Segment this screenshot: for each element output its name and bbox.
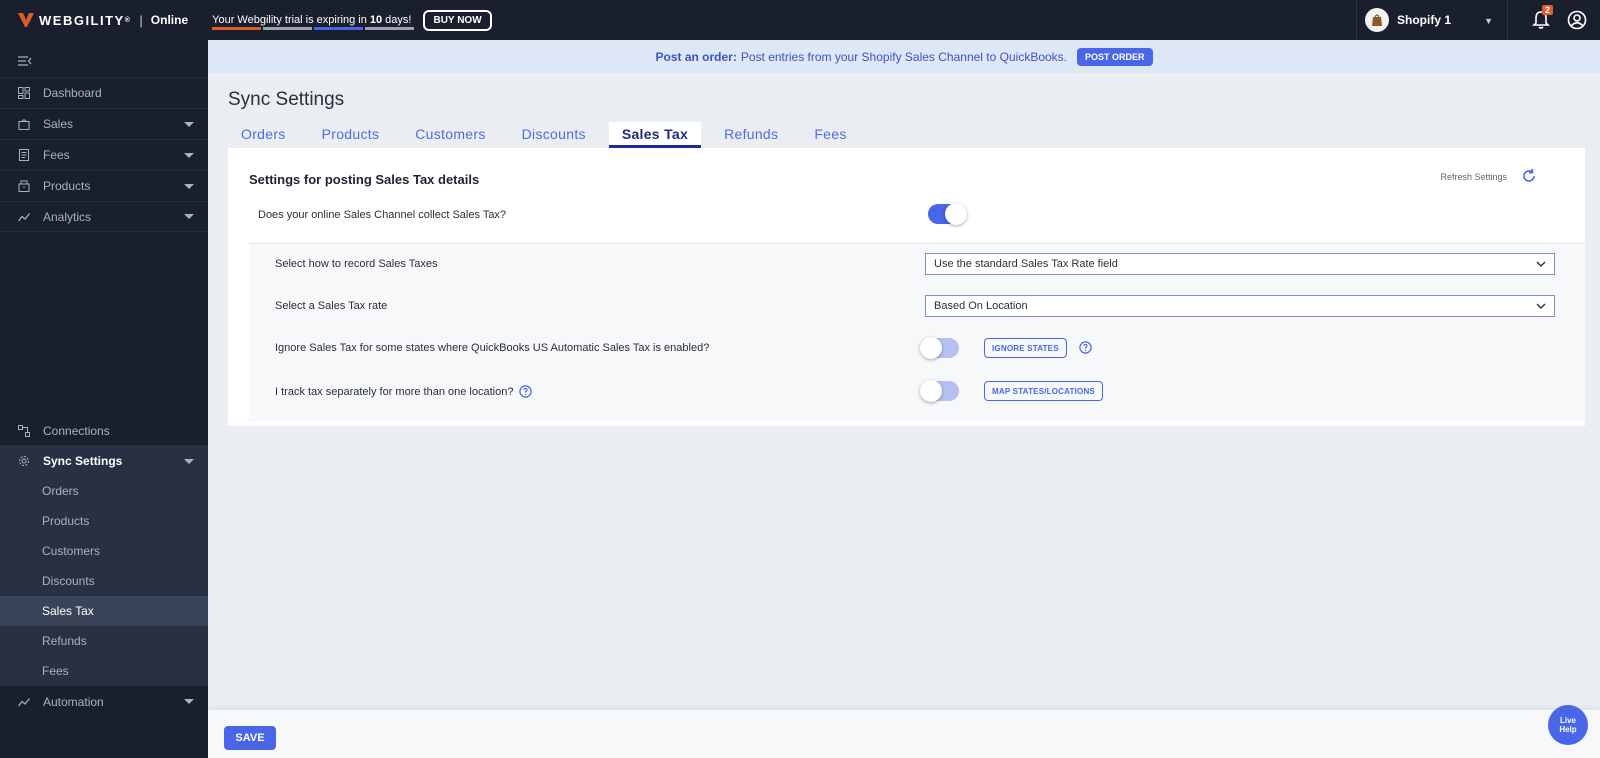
logo-registered: ® (124, 16, 132, 24)
notification-badge: 2 (1542, 5, 1554, 15)
sidebar-item-label: Fees (43, 148, 70, 162)
post-order-banner: Post an order: Post entries from your Sh… (208, 40, 1600, 73)
logo-text: WEBGILITY (39, 12, 125, 28)
tax-rate-select[interactable]: Based On Location (925, 295, 1555, 317)
help-icon[interactable] (519, 385, 532, 398)
sales-tax-settings-panel: Settings for posting Sales Tax details R… (228, 148, 1585, 426)
tab-fees[interactable]: Fees (801, 122, 859, 148)
user-account-icon[interactable] (1567, 10, 1587, 30)
footer-bar: SAVE (208, 710, 1600, 758)
chevron-down-icon (1536, 303, 1546, 309)
chevron-down-icon (184, 121, 194, 127)
sidebar-item-label: Dashboard (43, 86, 102, 100)
logo-separator: | (139, 12, 143, 28)
collapse-menu-icon[interactable] (18, 56, 32, 66)
ignore-states-button[interactable]: IGNORE STATES (984, 338, 1067, 358)
store-selector[interactable]: Shopify 1 ▼ (1356, 0, 1508, 40)
sidebar-subitem-products[interactable]: Products (0, 506, 208, 536)
sidebar-item-products[interactable]: Products (0, 170, 208, 201)
refresh-icon[interactable] (1521, 168, 1537, 184)
sidebar-subitem-sales-tax[interactable]: Sales Tax (0, 596, 208, 626)
trial-text: Your Webgility trial is expiring in 10 d… (212, 14, 412, 26)
sidebar-item-sync-settings[interactable]: Sync Settings (0, 445, 208, 476)
track-locations-label: I track tax separately for more than one… (275, 386, 514, 398)
sidebar-item-label: Connections (43, 423, 110, 438)
refresh-settings-link[interactable]: Refresh Settings (1440, 172, 1507, 182)
receipt-icon (19, 149, 29, 161)
live-help-line-2: Help (1559, 725, 1577, 734)
tax-rate-label: Select a Sales Tax rate (275, 300, 388, 312)
trend-icon (18, 697, 30, 706)
live-help-button[interactable]: Live Help (1548, 705, 1588, 745)
sidebar-item-label: Analytics (43, 209, 92, 224)
collect-tax-toggle[interactable] (928, 203, 967, 225)
tab-customers[interactable]: Customers (402, 122, 498, 148)
map-states-button[interactable]: MAP STATES/LOCATIONS (984, 381, 1103, 401)
chevron-down-icon (184, 183, 194, 189)
edition-label: Online (150, 13, 189, 27)
chevron-down-icon (184, 458, 194, 464)
tab-discounts[interactable]: Discounts (509, 122, 599, 148)
trend-icon (18, 212, 30, 221)
sidebar-item-label: Automation (43, 694, 104, 709)
connections-icon (18, 424, 30, 437)
settings-tabs: Orders Products Customers Discounts Sale… (228, 122, 870, 148)
tab-refunds[interactable]: Refunds (711, 122, 791, 148)
banner-lead: Post an order: (655, 49, 737, 64)
live-help-line-1: Live (1559, 716, 1576, 725)
bag-icon (18, 119, 30, 130)
page-title: Sync Settings (228, 89, 345, 110)
record-taxes-value: Use the standard Sales Tax Rate field (934, 258, 1118, 270)
sidebar-item-connections[interactable]: Connections (0, 415, 208, 446)
sidebar-subitem-orders[interactable]: Orders (0, 476, 208, 506)
banner-text: Post entries from your Shopify Sales Cha… (740, 49, 1067, 64)
record-taxes-select[interactable]: Use the standard Sales Tax Rate field (925, 253, 1555, 275)
chevron-down-icon (184, 214, 194, 219)
chevron-down-icon (184, 699, 194, 704)
sidebar-item-fees[interactable]: Fees (0, 139, 208, 170)
sidebar-item-dashboard[interactable]: Dashboard (0, 77, 208, 108)
tab-orders[interactable]: Orders (228, 122, 299, 148)
collect-tax-question: Does your online Sales Channel collect S… (258, 209, 507, 221)
sidebar-item-automation[interactable]: Automation (0, 686, 208, 717)
dashboard-icon (18, 87, 30, 99)
logo[interactable]: WEBGILITY ® | Online (0, 13, 188, 28)
webgility-logo-icon (18, 13, 34, 27)
shopify-icon (1365, 8, 1389, 32)
sidebar-subitem-refunds[interactable]: Refunds (0, 626, 208, 656)
sidebar-item-analytics[interactable]: Analytics (0, 201, 208, 232)
panel-title: Settings for posting Sales Tax details (249, 172, 480, 187)
box-icon (18, 180, 30, 192)
store-name: Shopify 1 (1397, 13, 1452, 27)
tab-products[interactable]: Products (309, 122, 393, 148)
sidebar-item-label: Sync Settings (43, 454, 123, 468)
sidebar: Dashboard Sales Fees Products Analytics … (0, 40, 208, 758)
buy-now-button[interactable]: BUY NOW (423, 9, 492, 31)
sidebar-item-sales[interactable]: Sales (0, 108, 208, 139)
sidebar-subitem-fees[interactable]: Fees (0, 656, 208, 686)
trial-notice: Your Webgility trial is expiring in 10 d… (212, 0, 492, 40)
sidebar-item-label: Products (43, 179, 91, 193)
chevron-down-icon (1536, 261, 1546, 267)
chevron-down-icon: ▼ (1484, 16, 1493, 26)
help-icon[interactable] (1079, 341, 1092, 354)
sync-settings-submenu: Orders Products Customers Discounts Sale… (0, 476, 208, 686)
ignore-states-label: Ignore Sales Tax for some states where Q… (275, 342, 710, 354)
record-taxes-label: Select how to record Sales Taxes (275, 258, 438, 270)
track-locations-toggle[interactable] (920, 380, 959, 402)
tax-rate-value: Based On Location (934, 300, 1028, 312)
post-order-button[interactable]: POST ORDER (1077, 47, 1153, 66)
top-bar: WEBGILITY ® | Online Your Webgility trial… (0, 0, 1600, 40)
sidebar-item-label: Sales (43, 117, 74, 131)
chevron-down-icon (184, 152, 194, 158)
save-button[interactable]: SAVE (224, 726, 276, 750)
trial-progress-bar (212, 27, 416, 30)
tab-sales-tax[interactable]: Sales Tax (608, 122, 702, 148)
ignore-states-toggle[interactable] (920, 337, 959, 359)
sidebar-subitem-customers[interactable]: Customers (0, 536, 208, 566)
gear-icon (19, 456, 29, 466)
sidebar-subitem-discounts[interactable]: Discounts (0, 566, 208, 596)
